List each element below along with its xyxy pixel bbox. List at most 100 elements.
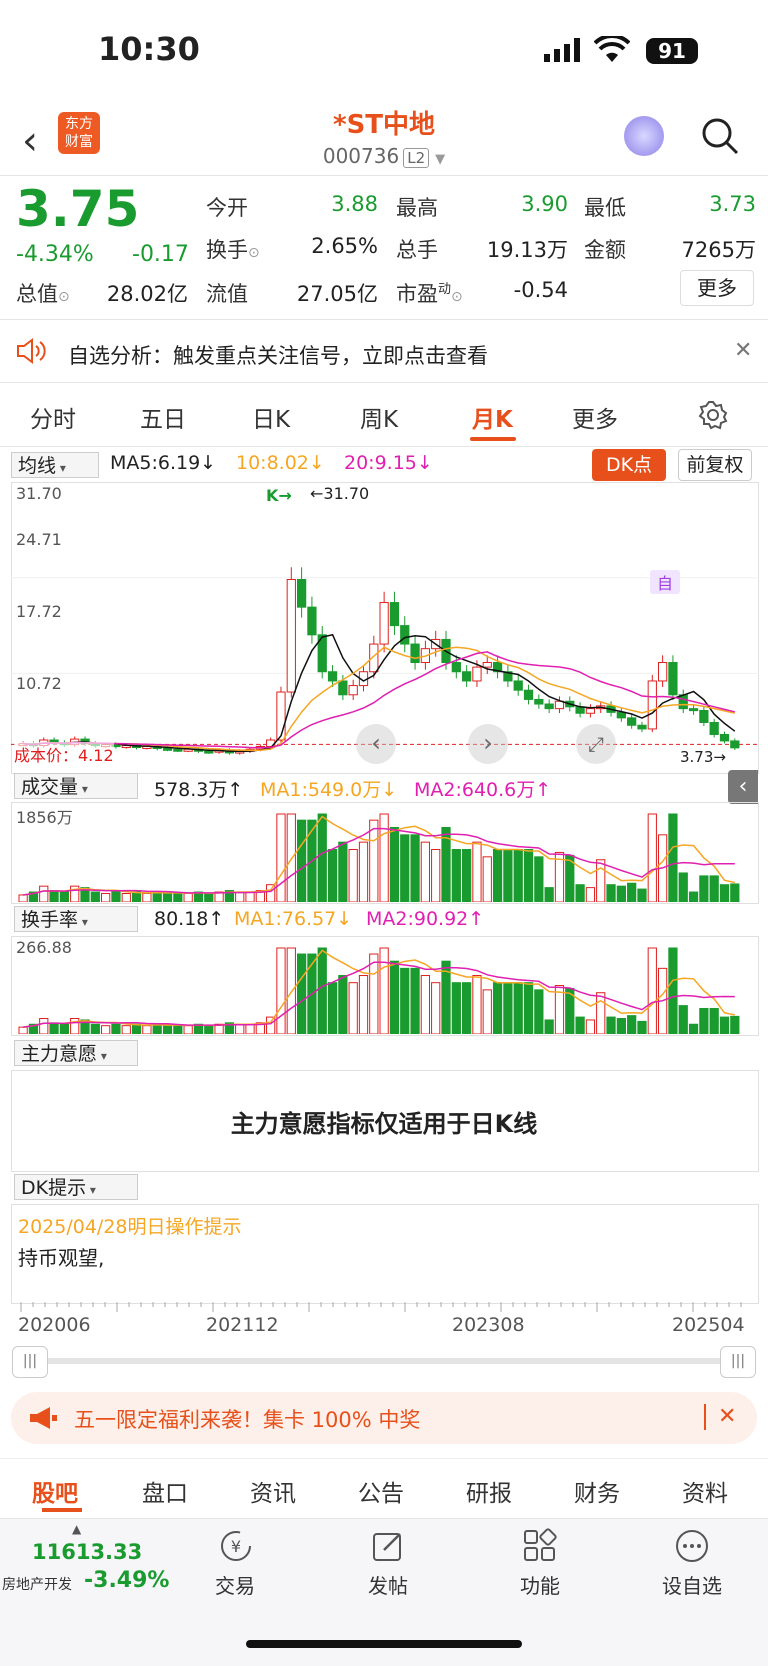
- home-indicator: [246, 1640, 522, 1648]
- volume-bar: [245, 891, 255, 902]
- add-watchlist-label[interactable]: 设自选: [647, 1570, 737, 1599]
- volume-bar: [369, 819, 379, 902]
- min-price-label: 3.73→: [680, 748, 726, 766]
- level-badge: L2: [403, 148, 430, 168]
- turnover-ma2: MA2:90.92↑: [366, 908, 485, 930]
- trade-icon[interactable]: ¥: [218, 1528, 254, 1564]
- volume-indicator-select[interactable]: 成交量: [14, 773, 138, 799]
- turnover-bar: [575, 1016, 585, 1034]
- volume-bar: [358, 841, 369, 902]
- turnover-bar: [327, 982, 338, 1034]
- candle: [668, 662, 678, 696]
- high-value: 3.90: [521, 192, 568, 216]
- main-intent-select[interactable]: 主力意愿: [14, 1040, 138, 1066]
- post-edit-icon[interactable]: [370, 1528, 406, 1564]
- tab-monthly-k[interactable]: 月K: [472, 400, 513, 434]
- volume-bar: [472, 841, 482, 902]
- tab-announcements[interactable]: 公告: [358, 1474, 404, 1508]
- collapse-tab-icon[interactable]: ‹: [728, 770, 758, 804]
- trade-label[interactable]: 交易: [190, 1570, 280, 1599]
- range-slider-track[interactable]: [30, 1358, 736, 1364]
- bottom-tab-indicator: [42, 1508, 82, 1512]
- pe-sup: 动: [438, 282, 452, 297]
- turnover-bar: [462, 982, 472, 1034]
- ma5-readout: MA5:6.19↓: [110, 452, 217, 474]
- low-value: 3.73: [709, 192, 756, 216]
- dk-point-button[interactable]: DK点: [592, 449, 666, 481]
- x-label-2: 202112: [206, 1314, 279, 1336]
- turnover-bar: [637, 1020, 647, 1034]
- tab-five-day[interactable]: 五日: [140, 400, 186, 434]
- turnover-bar: [606, 1016, 616, 1034]
- more-button[interactable]: 更多: [680, 270, 754, 306]
- fullscreen-icon[interactable]: ⤢: [576, 724, 616, 764]
- turnover-bar: [131, 1023, 142, 1034]
- candle: [162, 747, 173, 751]
- function-grid-icon[interactable]: [522, 1528, 558, 1564]
- info-icon[interactable]: ⊙: [248, 245, 260, 261]
- promo-close-icon[interactable]: ✕: [718, 1404, 736, 1429]
- tab-research[interactable]: 研报: [466, 1474, 512, 1508]
- turnover-indicator-select[interactable]: 换手率: [14, 906, 138, 932]
- chevron-right-icon[interactable]: ›: [468, 724, 508, 764]
- battery-icon: 91: [646, 38, 698, 64]
- turnover-bar: [400, 967, 410, 1034]
- turnover-bar: [18, 1026, 28, 1034]
- turnover-bar: [389, 960, 400, 1034]
- promo-divider: [704, 1404, 706, 1430]
- change-pct: -4.34%: [16, 242, 94, 267]
- info-icon[interactable]: ⊙: [451, 289, 463, 305]
- self-marker[interactable]: 自: [650, 570, 680, 594]
- volume-bar: [699, 875, 709, 902]
- tab-intraday[interactable]: 分时: [30, 400, 76, 434]
- active-tab-indicator: [470, 437, 516, 441]
- turnover-bar: [719, 1016, 730, 1034]
- tab-finance[interactable]: 财务: [574, 1474, 620, 1508]
- candle: [719, 733, 730, 742]
- volume-bar: [348, 848, 358, 902]
- candle: [276, 691, 286, 741]
- dk-hint-select[interactable]: DK提示: [14, 1174, 138, 1200]
- volume-bar: [101, 892, 111, 902]
- volume-chart[interactable]: [11, 802, 757, 902]
- candle: [657, 662, 668, 682]
- search-icon[interactable]: [700, 116, 740, 156]
- candle: [451, 662, 461, 673]
- function-label[interactable]: 功能: [495, 1570, 585, 1599]
- turnover-bar: [235, 1023, 245, 1034]
- volume-bar: [379, 813, 389, 902]
- turnover-bar: [49, 1022, 59, 1034]
- volume-bar: [451, 848, 461, 902]
- tab-profile[interactable]: 资料: [682, 1474, 728, 1508]
- tab-more[interactable]: 更多: [572, 400, 618, 434]
- range-handle-right[interactable]: |||: [720, 1346, 756, 1378]
- info-icon[interactable]: ⊙: [58, 289, 70, 305]
- tab-guba[interactable]: 股吧: [32, 1474, 78, 1508]
- tab-pankou[interactable]: 盘口: [142, 1474, 188, 1508]
- candle: [647, 680, 657, 730]
- turnover-bar: [688, 1023, 699, 1034]
- tab-daily-k[interactable]: 日K: [252, 400, 290, 434]
- turnover-bar: [647, 947, 657, 1034]
- kline-indicator-select[interactable]: 均线: [11, 452, 99, 478]
- last-price: 3.75: [16, 180, 140, 238]
- volume-bar: [276, 813, 286, 902]
- candle: [379, 602, 389, 645]
- turnover-bar: [142, 1025, 152, 1034]
- index-value[interactable]: 11613.33: [32, 1540, 142, 1564]
- settings-gear-icon[interactable]: [698, 400, 728, 430]
- close-icon[interactable]: ✕: [734, 338, 752, 363]
- adjust-button[interactable]: 前复权: [678, 449, 752, 481]
- turnover-ma1: MA1:76.57↓: [234, 908, 353, 930]
- post-label[interactable]: 发帖: [343, 1570, 433, 1599]
- add-watchlist-icon[interactable]: [674, 1528, 710, 1564]
- chevron-left-icon[interactable]: ‹: [356, 724, 396, 764]
- volume-bar: [492, 848, 503, 902]
- volume-bar: [111, 891, 121, 902]
- turnover-chart[interactable]: [11, 936, 757, 1034]
- tab-weekly-k[interactable]: 周K: [360, 400, 398, 434]
- turnover-bar: [431, 982, 441, 1034]
- range-handle-left[interactable]: |||: [12, 1346, 48, 1378]
- tab-news[interactable]: 资讯: [250, 1474, 296, 1508]
- assistant-avatar-icon[interactable]: [624, 116, 664, 156]
